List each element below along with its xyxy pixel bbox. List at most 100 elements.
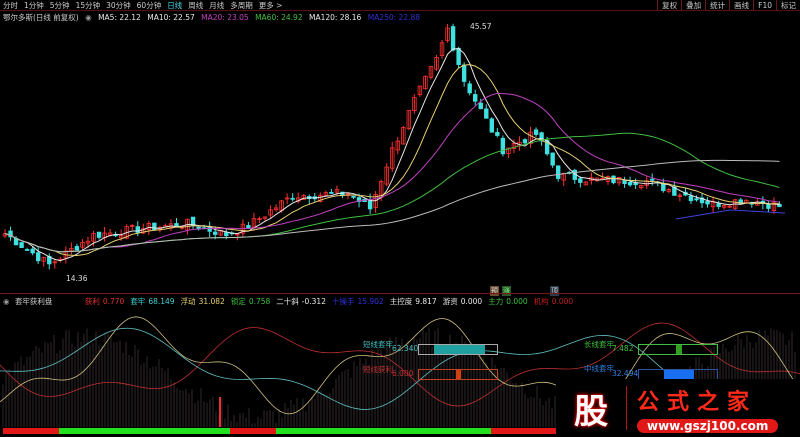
candle [467, 80, 472, 96]
candle [96, 231, 102, 240]
period-tab[interactable]: 5分钟 [47, 0, 73, 11]
candle [412, 94, 417, 114]
candle [268, 205, 273, 219]
low-price-label: 14.36 [66, 274, 88, 283]
candle [69, 242, 74, 255]
long-trap-label: 长线套牢 [584, 340, 614, 349]
candle [262, 216, 268, 221]
candle [644, 176, 649, 189]
signal-marker: 涨 [502, 286, 511, 296]
short-trap-label: 短线套牢 [363, 340, 393, 349]
candle [473, 89, 478, 106]
candle [677, 193, 683, 202]
candle [439, 40, 445, 59]
logo-name: 公式之家 [637, 388, 758, 415]
signal-marker: 顶 [550, 286, 559, 296]
candle [373, 190, 378, 213]
logo-mark: 股 [574, 391, 608, 432]
candle [683, 187, 688, 197]
candle [168, 219, 174, 231]
candle [434, 54, 439, 71]
period-tab[interactable]: 15分钟 [73, 0, 104, 11]
signal-segment [3, 428, 60, 434]
candle [638, 184, 644, 190]
high-price-label: 45.57 [470, 22, 492, 31]
period-tab[interactable]: 周线 [185, 0, 206, 11]
candlestick-chart[interactable] [0, 20, 800, 292]
period-tab[interactable]: 更多 > [256, 0, 286, 11]
ma20-line [4, 92, 780, 253]
candle [351, 195, 356, 200]
signal-segment [59, 428, 231, 434]
period-tab[interactable]: 分时 [0, 0, 21, 11]
toolbar-button[interactable]: 统计 [705, 0, 729, 11]
candle [727, 204, 732, 209]
toolbar-button[interactable]: 复权 [657, 0, 681, 11]
toolbar-button[interactable]: 画线 [729, 0, 753, 11]
candle [705, 197, 710, 208]
candle [417, 85, 423, 97]
candle [406, 110, 412, 131]
candle [58, 256, 63, 263]
candle [74, 243, 80, 251]
right-toolbar: 复权 叠加 统计 画线 F10 标记 [657, 0, 800, 11]
candle [19, 242, 24, 248]
candle [583, 181, 589, 186]
toolbar-button[interactable]: F10 [753, 0, 776, 11]
candle [666, 188, 672, 194]
candle [257, 216, 262, 224]
toolbar-button[interactable]: 标记 [776, 0, 800, 11]
signal-segment [230, 428, 277, 434]
candle [721, 204, 727, 210]
candle [284, 193, 290, 204]
candle [611, 175, 616, 185]
candle [401, 125, 406, 145]
short-trap-value: 62.340 [392, 344, 419, 353]
long-trap-gauge [638, 344, 718, 355]
period-tab[interactable]: 60分钟 [134, 0, 165, 11]
candle [555, 165, 561, 182]
short-profit-label: 短线获利 [363, 365, 393, 374]
candle [533, 127, 539, 137]
period-tab[interactable]: 日线 [164, 0, 185, 11]
short-trap-gauge [418, 344, 498, 355]
period-tab[interactable]: 30分钟 [103, 0, 134, 11]
candle [766, 201, 771, 213]
candle [572, 168, 577, 184]
logo-url: www.gszj100.com [637, 418, 779, 433]
candle [52, 259, 57, 269]
candle [390, 142, 395, 172]
candle [384, 163, 389, 187]
candle [771, 197, 777, 214]
candle [688, 191, 694, 205]
candle [273, 204, 279, 213]
candle [329, 188, 334, 194]
candle [528, 126, 533, 148]
candle [445, 23, 450, 43]
candle [517, 136, 522, 151]
long-trap-value: 7.482 [612, 344, 634, 353]
mid-trap-value: 32.494 [612, 369, 639, 378]
period-tab[interactable]: 月线 [206, 0, 227, 11]
candle [190, 216, 196, 229]
candle [484, 104, 489, 119]
signal-segment [276, 428, 293, 434]
candle [395, 136, 400, 155]
candle [500, 135, 506, 157]
candle [428, 65, 434, 80]
candle [550, 152, 555, 168]
candle [489, 117, 495, 133]
candle [41, 256, 46, 267]
candle [307, 194, 312, 205]
toolbar-button[interactable]: 叠加 [681, 0, 705, 11]
pane-divider[interactable] [0, 293, 800, 294]
short-profit-gauge [418, 369, 498, 380]
candle [605, 175, 611, 185]
period-tab[interactable]: 多周期 [227, 0, 256, 11]
candle [102, 226, 107, 242]
candle [295, 192, 301, 204]
mid-trap-label: 中线套牢 [584, 364, 614, 373]
watermark-logo: 股 公式之家 www.gszj100.com [556, 379, 800, 437]
candle [710, 196, 716, 213]
period-tab[interactable]: 1分钟 [21, 0, 47, 11]
